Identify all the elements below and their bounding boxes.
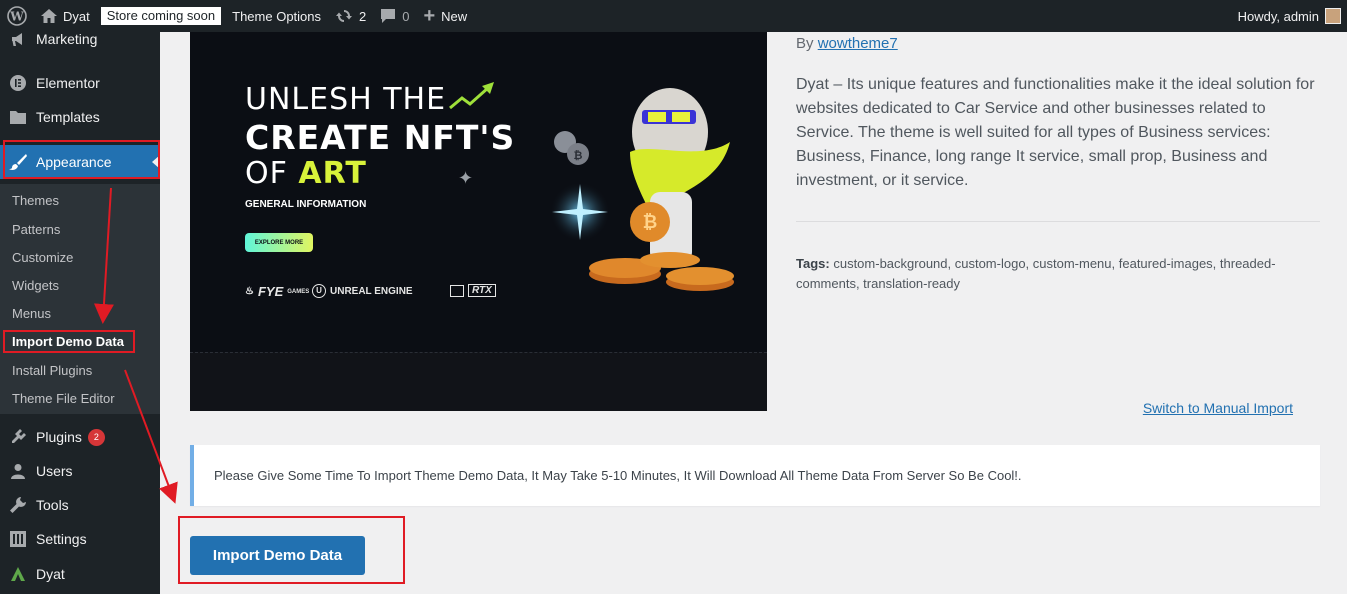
submenu-menus[interactable]: Menus xyxy=(12,306,51,321)
sidebar-item-label: Marketing xyxy=(36,31,98,47)
folder-icon xyxy=(0,110,36,124)
flame-icon: ♨ xyxy=(245,286,254,297)
sidebar-item-label: Elementor xyxy=(36,75,100,91)
submenu-themes[interactable]: Themes xyxy=(12,193,59,208)
sidebar-item-settings[interactable]: Settings xyxy=(0,522,160,556)
sidebar-item-tools[interactable]: Tools xyxy=(0,488,160,522)
author-link[interactable]: wowtheme7 xyxy=(818,35,898,52)
avatar xyxy=(1325,8,1341,24)
hero-line-1: UNLESH THE xyxy=(245,82,447,117)
divider xyxy=(796,221,1320,222)
settings-icon xyxy=(0,531,36,547)
brand-unreal-label: UNREAL ENGINE xyxy=(330,285,413,297)
submenu-customize[interactable]: Customize xyxy=(12,250,73,265)
dyat-logo-icon xyxy=(0,566,36,582)
svg-text:₿: ₿ xyxy=(574,149,583,162)
author-by: By xyxy=(796,35,814,52)
admin-bar: W Dyat Store coming soon Theme Options 2… xyxy=(0,0,1347,32)
brand-fye-sub: GAMES xyxy=(287,288,310,295)
annotation-box-appearance xyxy=(3,140,160,179)
wrench-icon xyxy=(0,497,36,513)
updates-icon xyxy=(335,8,353,24)
hero-explore-button: EXPLORE MORE xyxy=(245,233,313,252)
theme-options-label: Theme Options xyxy=(232,8,322,24)
tags-label: Tags: xyxy=(796,256,830,271)
sparkle-icon: ✦ xyxy=(458,168,474,188)
hero-line-3: OF ART xyxy=(245,156,367,191)
svg-text:₿: ₿ xyxy=(643,212,658,233)
megaphone-icon xyxy=(0,31,36,47)
hero-general-info: GENERAL INFORMATION xyxy=(245,199,367,210)
comment-icon xyxy=(380,8,396,24)
elementor-icon xyxy=(0,75,36,91)
user-icon xyxy=(0,463,36,479)
brand-rtx: RTX xyxy=(450,284,496,297)
sidebar-item-dyat[interactable]: Dyat xyxy=(0,557,160,591)
sidebar-item-label: Users xyxy=(36,463,73,479)
theme-screenshot: UNLESH THE CREATE NFT'S OF ART ✦ GENERAL… xyxy=(190,32,767,411)
comments-count: 0 xyxy=(402,8,410,24)
theme-tags: Tags: custom-background, custom-logo, cu… xyxy=(796,254,1296,294)
updates-count: 2 xyxy=(359,8,367,24)
home-icon xyxy=(41,9,57,23)
sidebar-item-templates[interactable]: Templates xyxy=(0,100,160,134)
comments-link[interactable]: 0 xyxy=(373,0,416,32)
switch-to-manual-import-link[interactable]: Switch to Manual Import xyxy=(1143,400,1293,416)
notice-text: Please Give Some Time To Import Theme De… xyxy=(214,468,1022,483)
sidebar-item-plugins[interactable]: Plugins 2 xyxy=(0,420,160,454)
my-account[interactable]: Howdy, admin xyxy=(1238,8,1347,24)
sidebar-item-label: Settings xyxy=(36,531,87,547)
sidebar-item-marketing[interactable]: Marketing xyxy=(0,22,160,56)
plugins-update-badge: 2 xyxy=(87,428,105,446)
plugin-icon xyxy=(0,429,36,445)
unreal-logo-icon: U xyxy=(312,284,326,298)
brand-rtx-label: RTX xyxy=(468,284,496,297)
theme-author: By wowtheme7 xyxy=(796,35,898,52)
tags-list: custom-background, custom-logo, custom-m… xyxy=(796,256,1276,291)
sidebar-item-users[interactable]: Users xyxy=(0,454,160,488)
nvidia-logo-icon xyxy=(450,284,464,297)
hero-line-2: CREATE NFT'S xyxy=(245,118,516,157)
annotation-box-import-button xyxy=(178,516,405,584)
sidebar-item-label: Tools xyxy=(36,497,69,513)
admin-sidebar: Marketing Elementor Templates Appearance… xyxy=(0,31,160,594)
annotation-box-import-submenu xyxy=(3,330,135,353)
info-notice: Please Give Some Time To Import Theme De… xyxy=(190,445,1320,506)
sidebar-item-label: Plugins xyxy=(36,429,82,445)
screenshot-footer xyxy=(190,352,767,411)
brand-fye: ♨ FYE GAMES xyxy=(245,284,309,299)
new-content-link[interactable]: + New xyxy=(416,0,474,32)
plus-icon: + xyxy=(423,4,436,27)
brand-fye-label: FYE xyxy=(257,284,284,299)
submenu-widgets[interactable]: Widgets xyxy=(12,278,59,293)
submenu-theme-file-editor[interactable]: Theme File Editor xyxy=(12,391,115,406)
nft-character-illustration: ₿ ₿ xyxy=(550,88,734,291)
sidebar-item-elementor[interactable]: Elementor xyxy=(0,66,160,100)
main-content: UNLESH THE CREATE NFT'S OF ART ✦ GENERAL… xyxy=(160,32,1347,594)
submenu-patterns[interactable]: Patterns xyxy=(12,222,60,237)
updates-link[interactable]: 2 xyxy=(328,0,373,32)
sidebar-item-label: Dyat xyxy=(36,566,65,582)
theme-options-link[interactable]: Theme Options xyxy=(225,0,328,32)
sidebar-item-label: Templates xyxy=(36,109,100,125)
hero-line-3-b: ART xyxy=(298,156,367,191)
theme-description: Dyat – Its unique features and functiona… xyxy=(796,76,1315,189)
hero-line-3-a: OF xyxy=(245,156,299,191)
new-label: New xyxy=(441,8,468,24)
brand-unreal: U UNREAL ENGINE xyxy=(312,284,413,298)
howdy-label: Howdy, admin xyxy=(1237,8,1319,24)
trend-arrow-icon xyxy=(449,82,494,110)
appearance-submenu: Themes Patterns Customize Widgets Menus … xyxy=(0,184,160,414)
submenu-install-plugins[interactable]: Install Plugins xyxy=(12,363,92,378)
